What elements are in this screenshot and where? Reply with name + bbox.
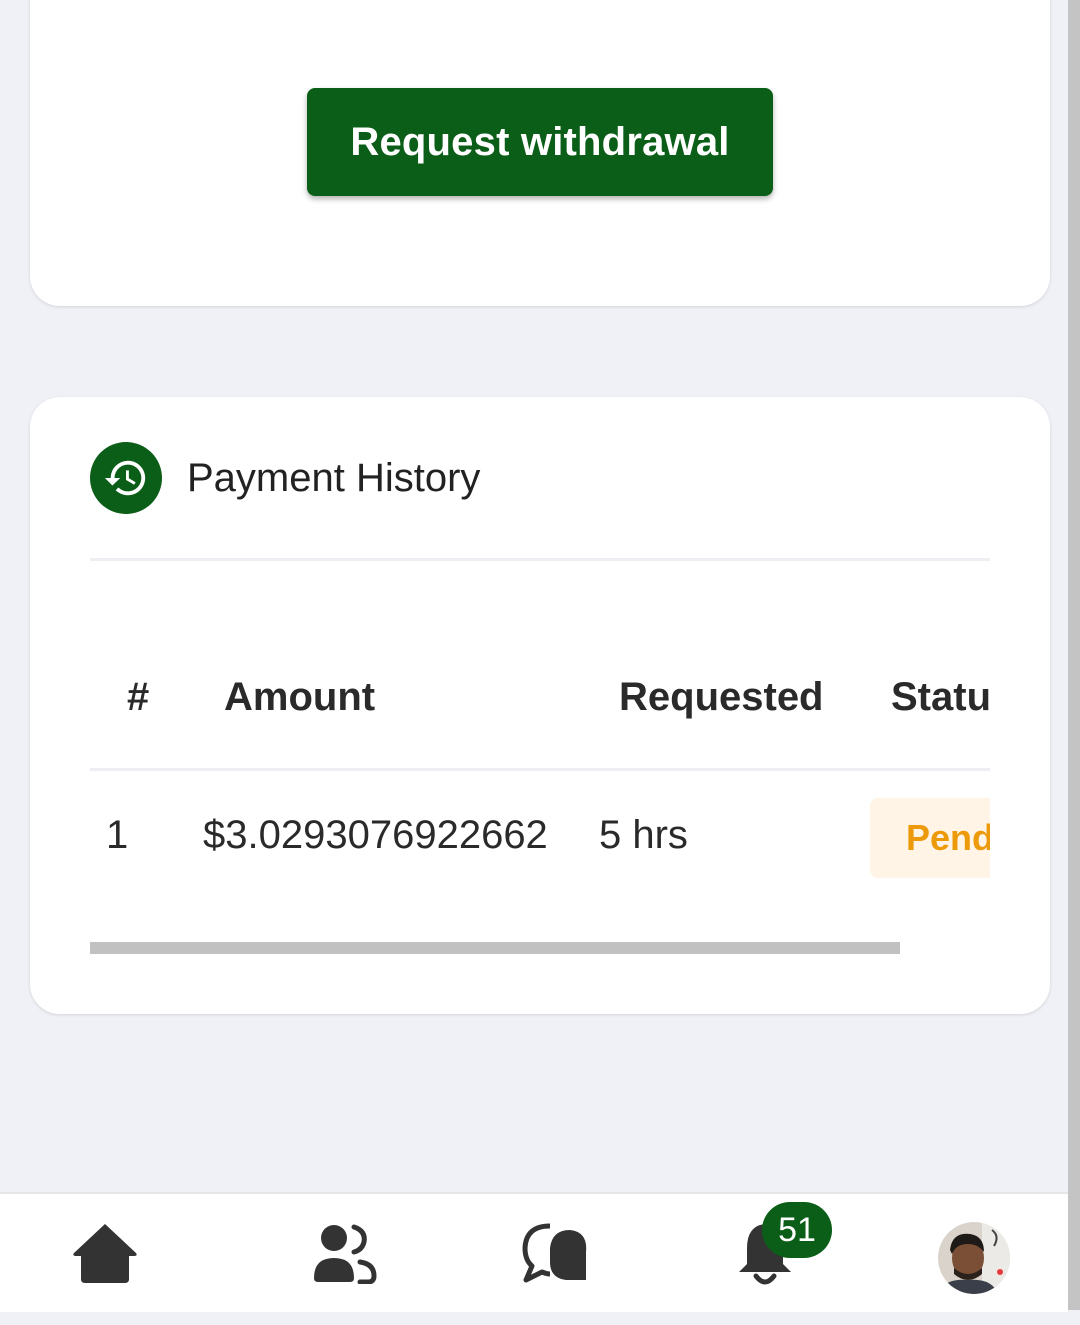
- payment-history-header: Payment History: [90, 442, 480, 514]
- status-badge: Pend: [870, 798, 990, 878]
- payment-history-title: Payment History: [187, 455, 481, 500]
- avatar[interactable]: [938, 1222, 1010, 1294]
- column-header-index: #: [127, 675, 150, 719]
- table-horizontal-scrollbar[interactable]: [90, 942, 900, 954]
- row-requested: 5 hrs: [599, 813, 688, 857]
- row-index: 1: [106, 813, 129, 857]
- header-divider: [90, 558, 990, 561]
- chat-icon: [522, 1223, 587, 1283]
- column-header-status: Statu: [891, 675, 990, 719]
- column-header-requested: Requested: [619, 675, 824, 719]
- payment-history-table: # Amount Requested Statu 1 $3.0293076922…: [90, 627, 990, 887]
- payment-history-card: Payment History # Amount Requested Statu…: [30, 397, 1050, 1014]
- withdraw-card: Request withdrawal: [30, 0, 1050, 306]
- nav-messages[interactable]: [505, 1194, 605, 1312]
- page-scrollbar[interactable]: [1068, 0, 1080, 1310]
- notification-count-badge: 51: [762, 1202, 832, 1258]
- bottom-navigation: [0, 1192, 1068, 1312]
- users-icon: [314, 1224, 377, 1284]
- nav-home[interactable]: [55, 1194, 155, 1312]
- nav-friends[interactable]: [295, 1194, 395, 1312]
- request-withdrawal-button[interactable]: Request withdrawal: [307, 88, 773, 196]
- table-header-divider: [90, 768, 990, 771]
- history-icon: [90, 442, 162, 514]
- column-header-amount: Amount: [224, 675, 376, 719]
- row-amount: $3.0293076922662: [203, 813, 548, 857]
- home-icon: [73, 1224, 137, 1283]
